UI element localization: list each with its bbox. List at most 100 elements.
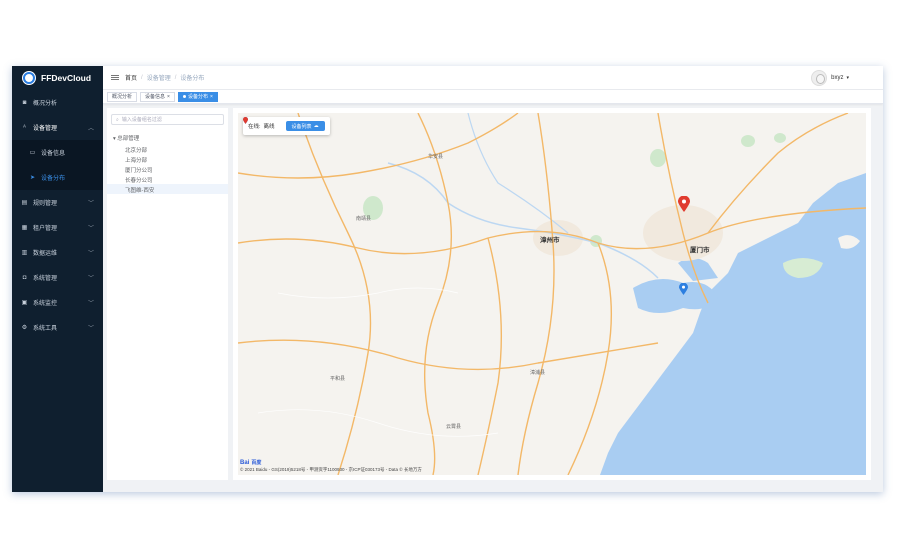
caret-down-icon: ▾ bbox=[113, 136, 116, 142]
sidebar-item-label: 概况分析 bbox=[33, 101, 58, 107]
map-label-nanjing: 南靖县 bbox=[356, 216, 372, 222]
dashboard-icon: ◙ bbox=[22, 99, 27, 106]
map-label-xiamen: 厦门市 bbox=[690, 247, 710, 254]
tree-node[interactable]: 厦门分公司 bbox=[107, 164, 228, 174]
logo-icon bbox=[22, 71, 36, 85]
sidebar-item-system-tools[interactable]: ⚙ 系统工具 ﹀ bbox=[12, 315, 103, 340]
sidebar-item-label: 系统监控 bbox=[33, 301, 58, 307]
map-label-zhangpu: 漳浦县 bbox=[530, 370, 546, 376]
cloud-icon: ☁ bbox=[313, 123, 319, 129]
map-label-zhangzhou: 漳州市 bbox=[540, 237, 560, 244]
chevron-down-icon: ﹀ bbox=[87, 326, 94, 332]
breadcrumb-home[interactable]: 首页 bbox=[125, 73, 137, 82]
tree-node-selected[interactable]: 飞图维-西安 bbox=[107, 184, 228, 194]
breadcrumb-separator: / bbox=[141, 74, 143, 81]
breadcrumb-current: 设备分布 bbox=[180, 76, 205, 82]
tag-label: 设备分布 bbox=[187, 93, 208, 100]
chevron-down-icon: ﹀ bbox=[87, 301, 94, 307]
data-icon: ▥ bbox=[21, 249, 28, 256]
baidu-logo-suffix: 百度 bbox=[251, 460, 262, 466]
sidebar-item-overview[interactable]: ◙ 概况分析 bbox=[12, 90, 103, 115]
device-group-tree-panel: ⌕ 输入设备组名过滤 ▾ 总部管理 北京分部 上海分部 厦门分公司 长春分公司 … bbox=[107, 108, 228, 480]
device-icon: ᴬ bbox=[23, 124, 26, 131]
app-title: FFDevCloud bbox=[41, 73, 92, 83]
settings-icon: ◘ bbox=[22, 274, 27, 281]
tag-device-info[interactable]: 设备信息 × bbox=[140, 91, 175, 102]
main-area: 首页 / 设备管理 / 设备分布 bxyz ▾ 概况分析 设备信息 × 设备分布 bbox=[103, 66, 883, 492]
hamburger-icon[interactable] bbox=[111, 74, 119, 81]
map-label-yunxiao: 云霄县 bbox=[446, 424, 462, 430]
offline-device-marker-icon[interactable] bbox=[678, 196, 690, 212]
device-list-button-label: 设备列表 bbox=[291, 123, 312, 130]
sidebar-item-label: 设备信息 bbox=[41, 151, 66, 157]
search-icon: ⌕ bbox=[116, 116, 119, 123]
tag-label: 概况分析 bbox=[112, 93, 133, 100]
sidebar-item-device-management[interactable]: ᴬ 设备管理 ︿ bbox=[12, 115, 103, 140]
app-window: FFDevCloud ◙ 概况分析 ᴬ 设备管理 ︿ ▭ 设备信息 ➤ 设备分布… bbox=[12, 66, 883, 492]
rule-icon: ▤ bbox=[21, 199, 28, 206]
map-label-huaan: 华安县 bbox=[428, 154, 444, 160]
device-map[interactable]: 漳州市 厦门市 南靖县 平和县 漳浦县 云霄县 华安县 在线: 离线 设备列表 … bbox=[238, 113, 866, 475]
sidebar-item-label: 系统工具 bbox=[33, 326, 58, 332]
submenu-device-management: ▭ 设备信息 ➤ 设备分布 bbox=[12, 140, 103, 190]
tree-node[interactable]: 长春分公司 bbox=[107, 174, 228, 184]
offline-pin-icon bbox=[243, 117, 248, 124]
sidebar-item-label: 租户管理 bbox=[33, 226, 58, 232]
tree-node-label: 总部管理 bbox=[117, 136, 140, 142]
map-attribution: © 2021 Baidu - GS(2019)5218号 - 甲测资字11009… bbox=[240, 467, 422, 472]
chevron-down-icon: ﹀ bbox=[87, 226, 94, 232]
tree-search-input[interactable]: ⌕ 输入设备组名过滤 bbox=[111, 114, 224, 125]
sidebar-item-label: 系统管理 bbox=[33, 276, 58, 282]
tools-icon: ⚙ bbox=[21, 324, 28, 331]
sidebar-item-label: 规则管理 bbox=[33, 201, 58, 207]
chevron-up-icon: ︿ bbox=[87, 126, 94, 132]
active-dot-icon bbox=[182, 95, 186, 98]
device-list-button[interactable]: 设备列表 ☁ bbox=[285, 121, 325, 131]
map-legend: 在线: 离线 设备列表 ☁ bbox=[243, 117, 330, 135]
baidu-logo: Bai 百度 bbox=[240, 459, 261, 466]
avatar[interactable] bbox=[811, 70, 828, 86]
chevron-down-icon: ﹀ bbox=[87, 276, 94, 282]
location-arrow-icon: ➤ bbox=[29, 174, 36, 181]
breadcrumb-device-management: 设备管理 bbox=[146, 76, 171, 82]
tenant-icon: ▦ bbox=[21, 224, 28, 231]
close-icon[interactable]: × bbox=[210, 93, 213, 101]
monitor-icon: ▭ bbox=[29, 149, 36, 156]
baidu-logo-prefix: Bai bbox=[240, 460, 250, 466]
legend-offline-label: 离线 bbox=[263, 124, 275, 130]
tag-overview[interactable]: 概况分析 bbox=[107, 91, 138, 102]
legend-online-label: 在线: bbox=[248, 124, 261, 130]
breadcrumb-separator: / bbox=[174, 74, 177, 81]
app-logo[interactable]: FFDevCloud bbox=[12, 66, 103, 90]
sidebar-item-device-info[interactable]: ▭ 设备信息 bbox=[12, 140, 103, 165]
search-placeholder: 输入设备组名过滤 bbox=[121, 117, 162, 123]
sidebar-item-tenants[interactable]: ▦ 租户管理 ﹀ bbox=[12, 215, 103, 240]
map-canvas bbox=[238, 113, 866, 475]
tag-device-distribution[interactable]: 设备分布 × bbox=[177, 91, 218, 102]
user-menu[interactable]: bxyz ▾ bbox=[811, 70, 849, 86]
tree-node[interactable]: 上海分部 bbox=[107, 154, 228, 164]
sidebar-item-system-management[interactable]: ◘ 系统管理 ﹀ bbox=[12, 265, 103, 290]
tree-node[interactable]: 北京分部 bbox=[107, 144, 228, 154]
tree-root-node[interactable]: ▾ 总部管理 bbox=[107, 131, 228, 144]
sidebar-item-rules[interactable]: ▤ 规则管理 ﹀ bbox=[12, 190, 103, 215]
sidebar: FFDevCloud ◙ 概况分析 ᴬ 设备管理 ︿ ▭ 设备信息 ➤ 设备分布… bbox=[12, 66, 103, 492]
chevron-down-icon: ﹀ bbox=[87, 251, 94, 257]
tag-label: 设备信息 bbox=[145, 93, 166, 100]
tags-view: 概况分析 设备信息 × 设备分布 × bbox=[103, 90, 883, 104]
map-panel: 漳州市 厦门市 南靖县 平和县 漳浦县 云霄县 华安县 在线: 离线 设备列表 … bbox=[233, 108, 871, 480]
sidebar-item-label: 数据运维 bbox=[33, 251, 58, 257]
sidebar-item-label: 设备分布 bbox=[41, 176, 66, 182]
online-device-marker-icon[interactable] bbox=[679, 283, 688, 295]
monitor-chart-icon: ▣ bbox=[21, 299, 28, 306]
caret-down-icon: ▾ bbox=[846, 75, 849, 81]
sidebar-item-label: 设备管理 bbox=[33, 126, 58, 132]
map-label-pinghe: 平和县 bbox=[330, 376, 346, 382]
username: bxyz bbox=[831, 75, 844, 81]
close-icon[interactable]: × bbox=[167, 93, 170, 101]
top-header: 首页 / 设备管理 / 设备分布 bxyz ▾ bbox=[103, 66, 883, 90]
sidebar-item-system-monitor[interactable]: ▣ 系统监控 ﹀ bbox=[12, 290, 103, 315]
chevron-down-icon: ﹀ bbox=[87, 201, 94, 207]
sidebar-item-device-distribution[interactable]: ➤ 设备分布 bbox=[12, 165, 103, 190]
sidebar-item-data-ops[interactable]: ▥ 数据运维 ﹀ bbox=[12, 240, 103, 265]
